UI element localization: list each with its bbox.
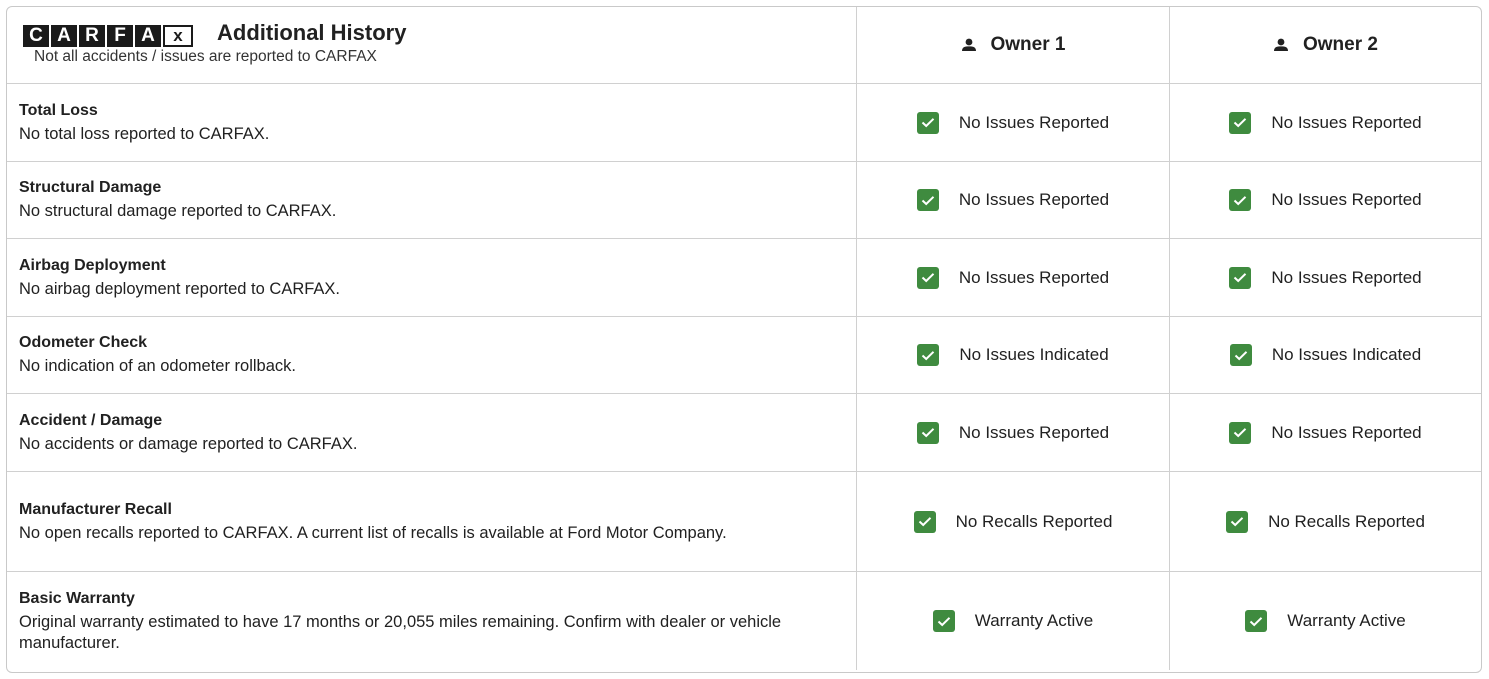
owner-2-header: Owner 2	[1169, 7, 1481, 83]
logo-letter: A	[51, 24, 77, 47]
logo-letter: A	[135, 24, 161, 47]
table-row: Odometer Check No indication of an odome…	[7, 316, 1481, 393]
row-description: No total loss reported to CARFAX.	[19, 124, 270, 143]
table-row: Manufacturer Recall No open recalls repo…	[7, 471, 1481, 571]
status-text: No Issues Reported	[958, 112, 1110, 132]
owner-label: Owner 1	[990, 34, 1066, 55]
status-owner-1: Warranty Active	[932, 610, 1094, 632]
status-owner-1: No Issues Reported	[916, 189, 1110, 211]
row-title: Manufacturer Recall	[19, 500, 172, 518]
owner-label: Owner 2	[1303, 34, 1378, 55]
status-text: No Issues Reported	[958, 267, 1110, 287]
owner-1-header: Owner 1	[856, 7, 1169, 83]
row-description: No airbag deployment reported to CARFAX.	[19, 279, 341, 298]
brand: C A R F A x Additional History	[23, 20, 844, 47]
status-owner-2: No Issues Indicated	[1229, 344, 1422, 366]
status-owner-2: No Issues Reported	[1229, 111, 1422, 134]
logo-letter: C	[23, 24, 49, 47]
check-icon	[916, 266, 939, 289]
status-text: No Issues Reported	[1271, 112, 1422, 132]
check-icon	[916, 189, 939, 211]
status-text: No Issues Indicated	[959, 345, 1109, 364]
check-icon	[1245, 610, 1268, 632]
table-header: C A R F A x Additional History Not all a…	[7, 7, 1481, 83]
row-description: No indication of an odometer rollback.	[19, 357, 296, 375]
status-owner-2: No Recalls Reported	[1226, 510, 1425, 533]
status-owner-1: No Issues Reported	[916, 111, 1110, 134]
row-title: Airbag Deployment	[19, 256, 166, 274]
table-row: Total Loss No total loss reported to CAR…	[7, 83, 1481, 161]
status-text: Warranty Active	[974, 611, 1094, 630]
check-icon	[916, 111, 939, 134]
section-title: Additional History	[217, 19, 407, 45]
logo-letter: x	[163, 24, 193, 47]
row-description: No accidents or damage reported to CARFA…	[19, 434, 358, 453]
status-text: No Issues Reported	[958, 190, 1110, 209]
status-text: No Issues Reported	[958, 422, 1110, 442]
row-title: Odometer Check	[19, 334, 148, 351]
status-owner-2: No Issues Reported	[1229, 189, 1422, 211]
row-title: Structural Damage	[19, 179, 162, 196]
check-icon	[917, 344, 940, 366]
status-text: Warranty Active	[1287, 611, 1406, 630]
table-row: Accident / Damage No accidents or damage…	[7, 393, 1481, 471]
check-icon	[1229, 344, 1252, 366]
status-text: No Recalls Reported	[1268, 511, 1425, 531]
carfax-logo: C A R F A x	[23, 24, 193, 47]
header-title-cell: C A R F A x Additional History Not all a…	[7, 7, 856, 83]
check-icon	[1229, 421, 1252, 444]
row-title: Total Loss	[19, 101, 98, 119]
table-row: Airbag Deployment No airbag deployment r…	[7, 238, 1481, 316]
person-icon	[1274, 38, 1288, 51]
row-description: Original warranty estimated to have 17 m…	[19, 612, 782, 652]
row-description: No open recalls reported to CARFAX. A cu…	[19, 523, 727, 542]
check-icon	[1229, 111, 1252, 134]
row-description: No structural damage reported to CARFAX.	[19, 202, 337, 220]
row-title: Basic Warranty	[19, 589, 135, 607]
check-icon	[1226, 510, 1249, 533]
status-owner-2: Warranty Active	[1245, 610, 1406, 632]
status-text: No Issues Reported	[1271, 267, 1422, 287]
status-owner-2: No Issues Reported	[1229, 266, 1422, 289]
additional-history-table: C A R F A x Additional History Not all a…	[6, 6, 1482, 673]
logo-letter: R	[79, 24, 105, 47]
status-text: No Issues Reported	[1271, 190, 1422, 209]
status-text: No Recalls Reported	[955, 511, 1113, 531]
person-icon	[961, 38, 976, 51]
status-text: No Issues Reported	[1271, 422, 1422, 442]
status-owner-1: No Issues Reported	[916, 266, 1110, 289]
section-subtitle: Not all accidents / issues are reported …	[34, 47, 377, 65]
check-icon	[1229, 189, 1252, 211]
check-icon	[932, 610, 955, 632]
check-icon	[916, 421, 939, 444]
status-text: No Issues Indicated	[1271, 345, 1422, 364]
check-icon	[1229, 266, 1252, 289]
status-owner-2: No Issues Reported	[1229, 421, 1422, 444]
status-owner-1: No Issues Indicated	[917, 344, 1109, 366]
status-owner-1: No Issues Reported	[916, 421, 1110, 444]
check-icon	[913, 510, 936, 533]
logo-letter: F	[107, 24, 133, 47]
table-row: Structural Damage No structural damage r…	[7, 161, 1481, 238]
row-title: Accident / Damage	[19, 411, 163, 429]
status-owner-1: No Recalls Reported	[913, 510, 1113, 533]
table-row: Basic Warranty Original warranty estimat…	[7, 571, 1481, 670]
